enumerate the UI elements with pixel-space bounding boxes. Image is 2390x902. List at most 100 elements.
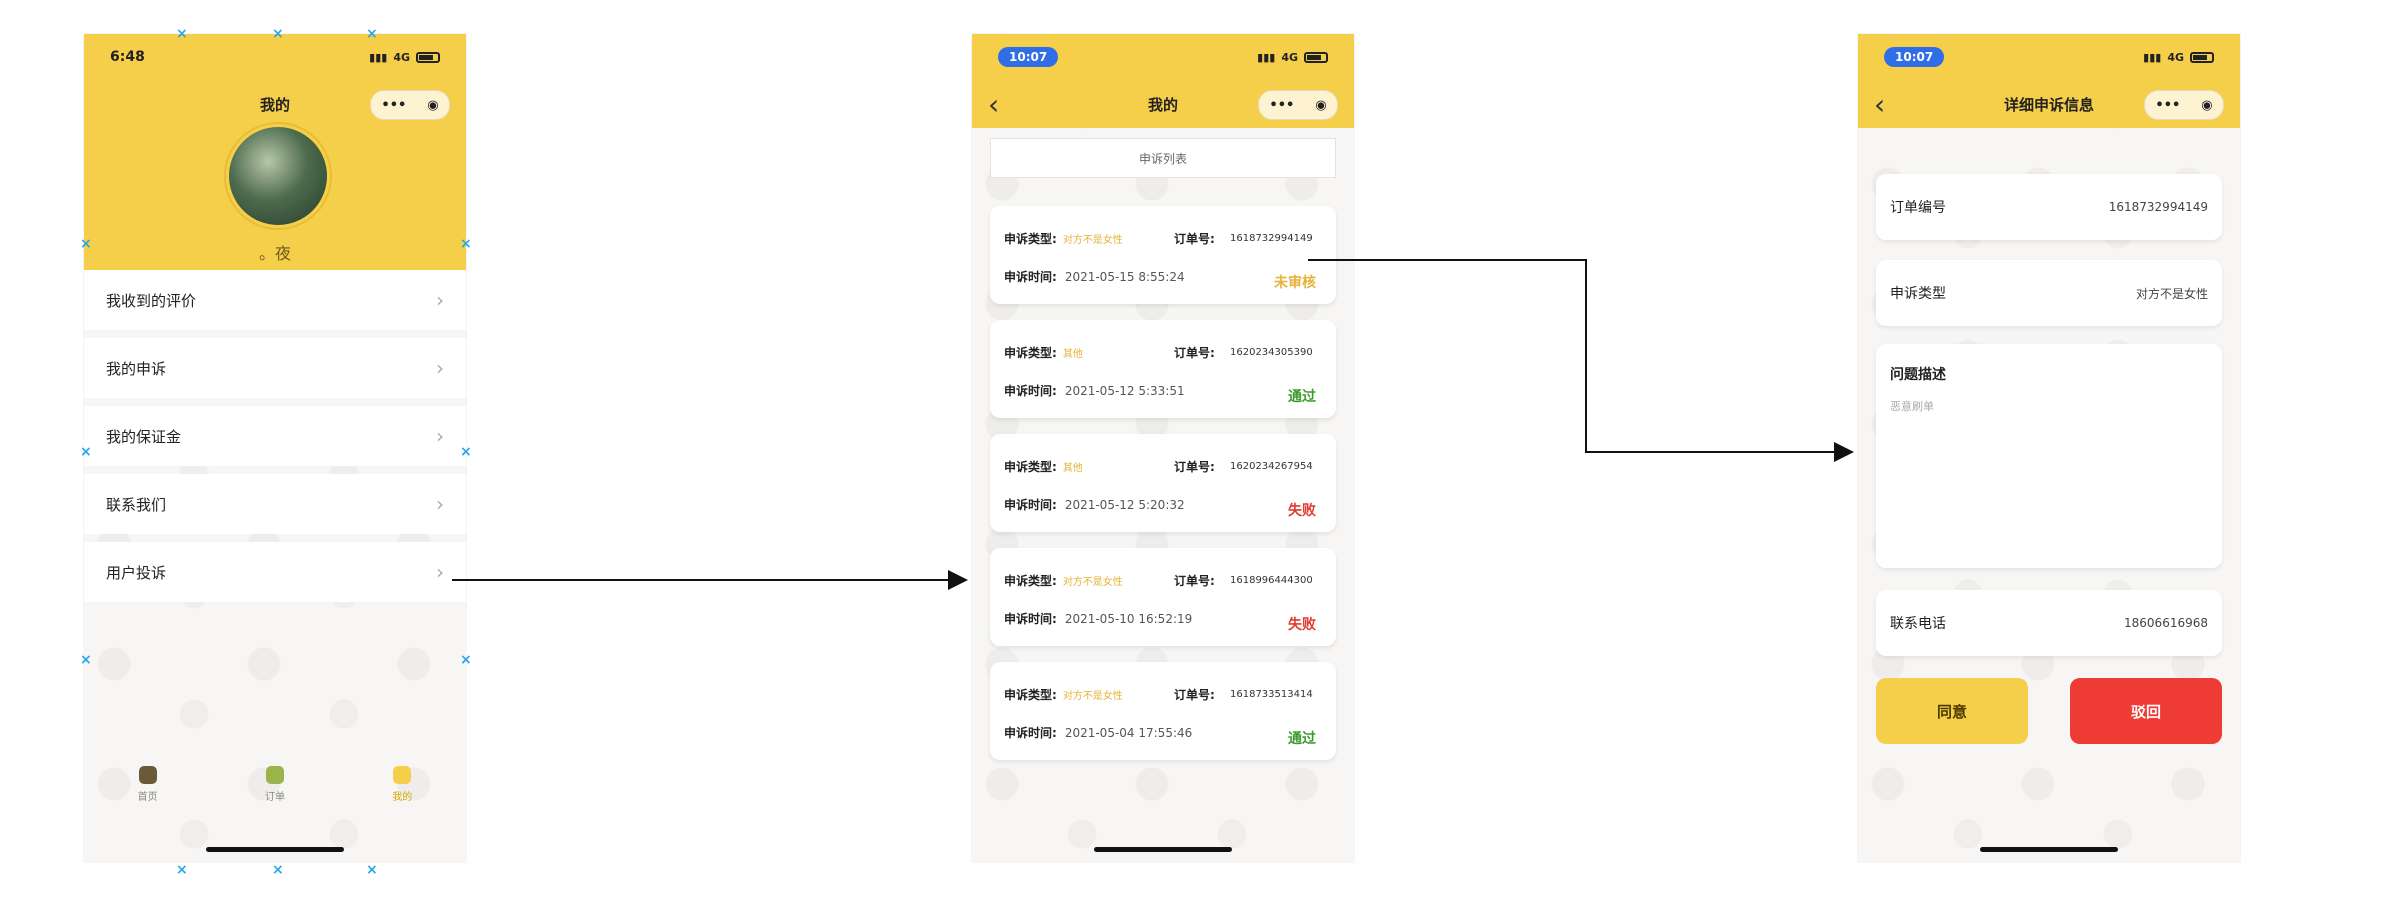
order-number: 1620234305390 — [1230, 347, 1313, 358]
type-label: 申诉类型: — [1004, 232, 1057, 246]
appeal-time: 2021-05-15 8:55:24 — [1064, 269, 1185, 284]
status-time: 10:07 — [1884, 47, 1945, 67]
menu-item-label: 联系我们 — [106, 495, 167, 514]
tab-orders[interactable]: 订单 — [264, 765, 285, 803]
signal-icon: ▮▮▮ — [2143, 50, 2162, 64]
chevron-right-icon: › — [436, 356, 444, 380]
appeal-card[interactable]: 申诉类型: 其他 订单号: 1620234267954 申诉时间: 2021-05-12… — [990, 434, 1336, 532]
menu-item-my-appeals[interactable]: 我的申诉 › — [84, 338, 466, 398]
network-type: 4G — [2167, 50, 2184, 64]
menu-item-contact-us[interactable]: 联系我们 › — [84, 474, 466, 534]
menu-item-deposit[interactable]: 我的保证金 › — [84, 406, 466, 466]
back-arrow-icon[interactable]: ‹ — [1874, 88, 1885, 121]
page-title: 我的 — [1147, 95, 1178, 114]
tab-label: 订单 — [264, 791, 285, 803]
field-label: 联系电话 — [1890, 616, 1946, 632]
back-arrow-icon[interactable]: ‹ — [988, 88, 999, 121]
selection-handle-icon: × — [80, 236, 92, 252]
order-number-value: 1618732994149 — [2108, 200, 2208, 214]
status-bar: 10:07 ▮▮▮ 4G — [1858, 34, 2240, 80]
home-icon — [138, 765, 157, 784]
appeal-card[interactable]: 申诉类型: 对方不是女性 订单号: 1618733513414 申诉时间: 2021-0… — [990, 662, 1336, 760]
order-label: 订单号: — [1174, 460, 1215, 474]
home-indicator — [1980, 847, 2118, 852]
order-number: 1620234267954 — [1230, 461, 1313, 472]
status-badge: 通过 — [1288, 389, 1316, 405]
order-icon — [265, 765, 284, 784]
page-title: 我的 — [259, 95, 290, 114]
mini-program-capsule[interactable]: ••• ◉ — [370, 90, 450, 120]
menu-item-label: 我收到的评价 — [106, 291, 197, 310]
status-badge: 通过 — [1288, 731, 1316, 747]
order-label: 订单号: — [1174, 688, 1215, 702]
chevron-right-icon: › — [436, 288, 444, 312]
flow-arrow-to-detail — [1308, 259, 1854, 462]
list-title: 申诉列表 — [990, 138, 1336, 178]
status-badge: 失败 — [1288, 503, 1316, 519]
field-label: 订单编号 — [1890, 200, 1946, 216]
battery-icon — [1304, 51, 1328, 63]
order-number: 1618733513414 — [1230, 689, 1313, 700]
more-icon[interactable]: ••• — [381, 98, 406, 113]
battery-icon — [416, 51, 440, 63]
order-number-field: 订单编号 1618732994149 — [1876, 174, 2222, 240]
menu-list: 我收到的评价 › 我的申诉 › 我的保证金 › 联系我们 › 用户投诉 › — [84, 270, 466, 610]
field-label: 申诉类型 — [1890, 286, 1946, 302]
type-label: 申诉类型: — [1004, 346, 1057, 360]
signal-icon: ▮▮▮ — [1257, 50, 1276, 64]
signal-indicator: ▮▮▮ 4G — [369, 51, 440, 64]
appeal-type: 对方不是女性 — [1062, 691, 1123, 702]
order-label: 订单号: — [1174, 574, 1215, 588]
avatar[interactable] — [226, 124, 330, 228]
more-icon[interactable]: ••• — [2155, 98, 2180, 113]
menu-item-label: 我的保证金 — [106, 427, 182, 446]
appeal-card[interactable]: 申诉类型: 对方不是女性 订单号: 1618996444300 申诉时间: 2021-0… — [990, 548, 1336, 646]
appeal-card[interactable]: 申诉类型: 对方不是女性 订单号: 1618732994149 申诉时间: 2021-0… — [990, 206, 1336, 304]
tab-bar: 首页 订单 我的 — [84, 754, 466, 814]
home-indicator — [1094, 847, 1232, 852]
chevron-right-icon: › — [436, 424, 444, 448]
appeal-type: 对方不是女性 — [1062, 577, 1123, 588]
contact-phone-value: 18606616968 — [2124, 616, 2208, 630]
appeal-time: 2021-05-10 16:52:19 — [1064, 611, 1193, 626]
menu-item-label: 我的申诉 — [106, 359, 167, 378]
chevron-right-icon: › — [436, 492, 444, 516]
signal-icon: ▮▮▮ — [369, 50, 388, 64]
contact-phone-field: 联系电话 18606616968 — [1876, 590, 2222, 656]
description-text: 恶意刷单 — [1890, 400, 1934, 413]
appeal-type: 其他 — [1062, 349, 1083, 360]
mini-program-capsule[interactable]: ••• ◉ — [1258, 90, 1338, 120]
order-label: 订单号: — [1174, 232, 1215, 246]
more-icon[interactable]: ••• — [1269, 98, 1294, 113]
status-time: 10:07 — [998, 47, 1059, 67]
time-label: 申诉时间: — [1004, 726, 1057, 740]
menu-item-received-reviews[interactable]: 我收到的评价 › — [84, 270, 466, 330]
phone-my-page: 6:48 ▮▮▮ 4G 我的 ••• ◉ 。夜 我收到的评价 › 我的申诉 › 我的保证… — [84, 34, 466, 862]
status-time: 6:48 — [110, 49, 145, 65]
problem-description-field[interactable]: 问题描述 恶意刷单 — [1876, 344, 2222, 568]
selection-handle-icon: × — [366, 862, 378, 878]
mini-program-capsule[interactable]: ••• ◉ — [2144, 90, 2224, 120]
nickname: 。夜 — [258, 244, 291, 263]
chevron-right-icon: › — [436, 560, 444, 584]
appeal-time: 2021-05-12 5:20:32 — [1064, 497, 1185, 512]
appeal-type-field: 申诉类型 对方不是女性 — [1876, 260, 2222, 326]
type-label: 申诉类型: — [1004, 574, 1057, 588]
agree-button[interactable]: 同意 — [1876, 678, 2028, 744]
menu-item-user-complaints[interactable]: 用户投诉 › — [84, 542, 466, 602]
selection-handle-icon: × — [272, 26, 284, 42]
close-capsule-icon[interactable]: ◉ — [2201, 98, 2212, 113]
selection-handle-icon: × — [176, 26, 188, 42]
battery-icon — [2190, 51, 2214, 63]
close-capsule-icon[interactable]: ◉ — [1315, 98, 1326, 113]
time-label: 申诉时间: — [1004, 270, 1057, 284]
appeal-card[interactable]: 申诉类型: 其他 订单号: 1620234305390 申诉时间: 2021-05-12… — [990, 320, 1336, 418]
type-label: 申诉类型: — [1004, 460, 1057, 474]
tab-home[interactable]: 首页 — [138, 765, 158, 803]
page-title: 详细申诉信息 — [2003, 95, 2094, 114]
reject-button[interactable]: 驳回 — [2070, 678, 2222, 744]
selection-handle-icon: × — [366, 26, 378, 42]
time-label: 申诉时间: — [1004, 498, 1057, 512]
tab-my[interactable]: 我的 — [392, 765, 412, 803]
close-capsule-icon[interactable]: ◉ — [427, 98, 438, 113]
